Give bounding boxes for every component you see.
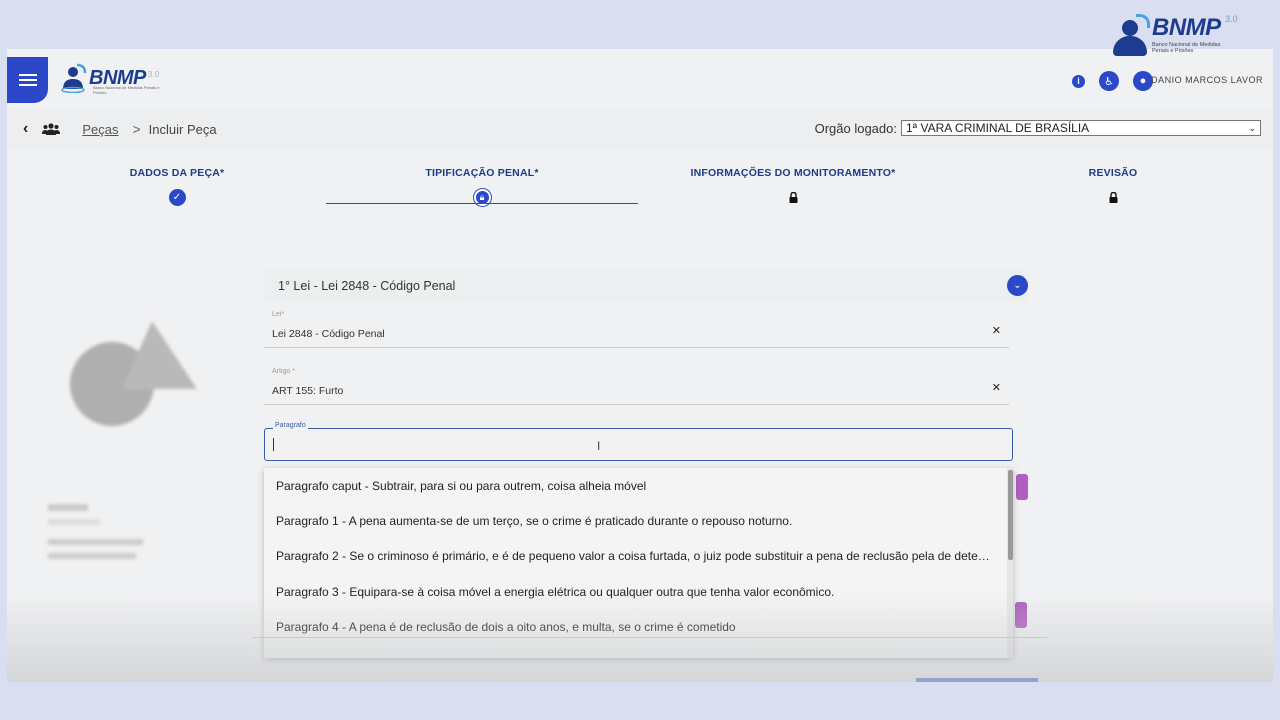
group-icon[interactable]: [42, 123, 61, 135]
chevron-down-icon[interactable]: ⌄: [1007, 275, 1028, 296]
corner-watermark-logo: BNMP 3.0 Banco Nacional de Medidas Penai…: [1110, 14, 1260, 76]
orgao-selector: Orgão logado: 1ª VARA CRIMINAL DE BRASÍL…: [815, 120, 1261, 136]
text-caret: [273, 438, 274, 451]
corner-logo-subtitle: Banco Nacional de Medidas Penais e Prisõ…: [1152, 42, 1221, 54]
app-logo[interactable]: BNMP 3.0 Banco Nacional de Medidas Penai…: [61, 63, 160, 95]
paragrafo-dropdown: Paragrafo caput - Subtrair, para si ou p…: [264, 468, 1013, 658]
check-icon: ✓: [168, 189, 186, 206]
dropdown-scrollbar[interactable]: [1007, 468, 1013, 658]
logo-version: 3.0: [147, 69, 160, 79]
step-revisao[interactable]: REVISÃO: [993, 167, 1233, 206]
stepper: DADOS DA PEÇA* ✓ TIPIFICAÇÃO PENAL* 🔒︎ I…: [7, 167, 1273, 217]
law-accordion-header[interactable]: 1° Lei - Lei 2848 - Código Penal ⌄: [264, 269, 1028, 302]
purple-action-button[interactable]: [1015, 602, 1027, 628]
orgao-label: Orgão logado:: [814, 120, 897, 136]
top-bar: BNMP 3.0 Banco Nacional de Medidas Penai…: [7, 49, 1273, 109]
orgao-value: 1ª VARA CRIMINAL DE BRASÍLIA: [906, 121, 1090, 135]
logo-person-icon: [61, 63, 87, 93]
dropdown-option[interactable]: Paragrafo 3 - Equipara-se à coisa móvel …: [264, 574, 1013, 609]
step-label: TIPIFICAÇÃO PENAL*: [425, 167, 539, 179]
dropdown-option[interactable]: Paragrafo 2 - Se o criminoso é primário,…: [264, 539, 1013, 574]
clear-icon[interactable]: ✕: [992, 381, 1001, 394]
scrollbar-thumb[interactable]: [1008, 470, 1013, 560]
text-cursor-icon: I: [597, 439, 601, 453]
purple-action-button[interactable]: [1016, 474, 1028, 500]
artigo-field[interactable]: Artigo * ART 155: Furto ✕: [264, 368, 1009, 405]
orgao-select[interactable]: 1ª VARA CRIMINAL DE BRASÍLIA ⌄: [901, 120, 1261, 136]
chevron-right-icon: >: [132, 121, 141, 137]
hamburger-menu-button[interactable]: [7, 57, 48, 103]
step-progress-line: [326, 203, 638, 204]
breadcrumb: ‹ Peças > Incluir Peça Orgão logado: 1ª …: [7, 109, 1273, 149]
menu-icon: [18, 71, 37, 89]
artigo-value: ART 155: Furto: [272, 385, 344, 397]
logo-person-icon: [1110, 14, 1150, 64]
dropdown-option[interactable]: Paragrafo 4 - A pena é de reclusão de do…: [264, 610, 1013, 645]
lei-field[interactable]: Lei* Lei 2848 - Código Penal ✕: [264, 311, 1009, 348]
step-label: REVISÃO: [1088, 167, 1138, 179]
dropdown-option[interactable]: Paragrafo caput - Subtrair, para si ou p…: [264, 468, 1013, 503]
divider: [252, 637, 1047, 638]
step-dados-da-peca[interactable]: DADOS DA PEÇA* ✓: [57, 167, 297, 206]
step-tipificacao-penal[interactable]: TIPIFICAÇÃO PENAL* 🔒︎: [362, 167, 602, 206]
breadcrumb-link-pecas[interactable]: Peças: [82, 122, 118, 137]
paragrafo-label: Paragrafo: [273, 422, 308, 429]
logo-subtitle: Banco Nacional de Medidas Penais e Prisõ…: [93, 85, 160, 95]
app-window: BNMP 3.0 Banco Nacional de Medidas Penai…: [7, 49, 1273, 682]
clear-icon[interactable]: ✕: [992, 324, 1001, 337]
step-informacoes-monitoramento[interactable]: INFORMAÇÕES DO MONITORAMENTO*: [673, 167, 913, 206]
lei-value: Lei 2848 - Código Penal: [272, 328, 385, 340]
breadcrumb-current: Incluir Peça: [148, 121, 217, 137]
artigo-label: Artigo *: [272, 368, 295, 375]
paragrafo-input[interactable]: Paragrafo I: [264, 422, 1013, 461]
blurred-side-panel: [48, 499, 143, 567]
chevron-down-icon: ⌄: [1248, 122, 1256, 133]
primary-button-partial[interactable]: [916, 678, 1038, 682]
dropdown-option[interactable]: Paragrafo 1 - A pena aumenta-se de um te…: [264, 503, 1013, 538]
step-label: INFORMAÇÕES DO MONITORAMENTO*: [690, 167, 896, 179]
corner-logo-version: 3.0: [1225, 14, 1238, 24]
law-title: 1° Lei - Lei 2848 - Código Penal: [278, 278, 456, 293]
user-name[interactable]: DANIO MARCOS LAVOR: [1151, 75, 1263, 85]
step-label: DADOS DA PEÇA*: [129, 167, 225, 179]
lei-label: Lei*: [272, 311, 285, 318]
info-icon[interactable]: i: [1072, 74, 1085, 88]
decorative-shapes-illustration: [70, 321, 197, 426]
lock-icon: [785, 189, 802, 206]
corner-logo-title: BNMP: [1152, 14, 1221, 41]
back-chevron-icon[interactable]: ‹: [23, 120, 28, 138]
lock-icon: [1105, 189, 1122, 206]
